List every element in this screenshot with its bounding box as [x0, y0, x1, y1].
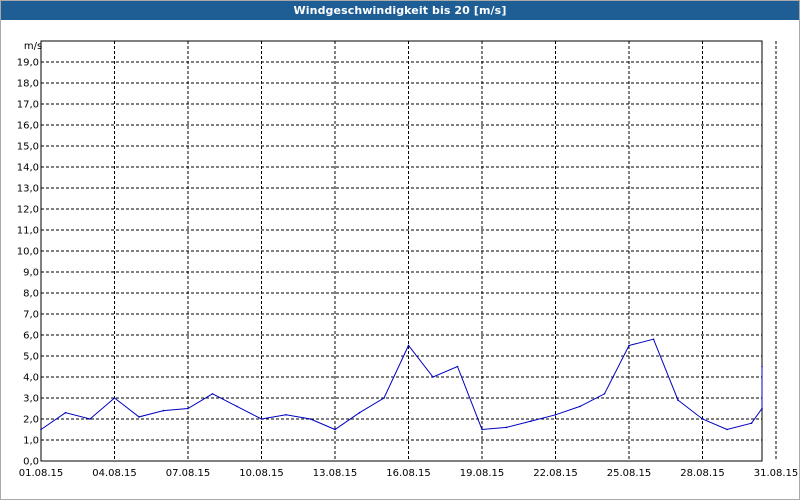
wind-speed-point — [701, 418, 704, 420]
wind-speed-point — [89, 418, 91, 420]
wind-speed-series-line — [40, 338, 763, 431]
wind-speed-point — [211, 393, 214, 395]
wind-speed-point — [407, 344, 410, 347]
x-tick-label: 22.08.15 — [533, 468, 578, 479]
wind-speed-point — [187, 407, 189, 410]
x-tick-label: 01.08.15 — [19, 468, 64, 479]
wind-speed-point — [113, 397, 116, 399]
y-axis-unit: m/s — [24, 41, 42, 52]
y-tick-label: 19,0 — [17, 58, 39, 69]
wind-speed-point — [505, 426, 508, 429]
wind-speed-point — [383, 397, 385, 399]
wind-speed-point — [554, 414, 557, 416]
x-tick-label: 25.08.15 — [607, 468, 652, 479]
y-tick-label: 6,0 — [23, 331, 39, 342]
y-tick-label: 0,0 — [23, 457, 39, 468]
wind-speed-point — [236, 405, 238, 408]
wind-speed-point — [358, 411, 361, 414]
y-tick-label: 14,0 — [17, 163, 39, 174]
y-tick-label: 2,0 — [23, 415, 39, 426]
wind-speed-point — [40, 428, 42, 431]
y-tick-label: 3,0 — [23, 394, 39, 405]
y-tick-label: 13,0 — [17, 184, 39, 195]
y-tick-label: 7,0 — [23, 310, 39, 321]
y-tick-label: 4,0 — [23, 373, 39, 384]
wind-speed-point — [652, 338, 655, 341]
x-tick-label: 28.08.15 — [680, 468, 725, 479]
y-tick-label: 5,0 — [23, 352, 39, 363]
wind-speed-point — [761, 365, 763, 368]
wind-speed-chart: m/s 0,0 1,0 2,0 3,0 4,0 5,0 6,0 7,0 8,0 9,0 10,0 11… — [17, 40, 799, 479]
x-tick-label: 16.08.15 — [386, 468, 431, 479]
wind-speed-point — [260, 418, 263, 420]
wind-speed-point — [64, 411, 67, 414]
wind-speed-point — [285, 414, 287, 416]
x-tick-label: 10.08.15 — [239, 468, 284, 479]
wind-speed-point — [456, 365, 459, 368]
y-tick-label: 1,0 — [23, 436, 39, 447]
y-tick-label: 18,0 — [17, 79, 39, 90]
wind-speed-point — [530, 420, 532, 422]
wind-speed-point — [761, 407, 763, 410]
wind-speed-point — [579, 405, 581, 408]
wind-speed-point — [677, 399, 679, 401]
wind-speed-point — [138, 416, 140, 418]
y-tick-label: 12,0 — [17, 205, 39, 216]
wind-speed-point — [162, 409, 165, 412]
wind-speed-point — [603, 393, 606, 395]
x-tick-label: 19.08.15 — [460, 468, 505, 479]
x-tick-label: 04.08.15 — [92, 468, 137, 479]
y-tick-label: 10,0 — [17, 247, 39, 258]
wind-speed-point — [432, 376, 434, 378]
wind-speed-point — [750, 422, 753, 425]
wind-speed-point — [628, 344, 630, 347]
y-tick-label: 9,0 — [23, 268, 39, 279]
wind-speed-point — [309, 418, 312, 420]
chart-window: Windgeschwindigkeit bis 20 [m/s] m/s 0,0… — [0, 0, 800, 500]
y-tick-label: 8,0 — [23, 289, 39, 300]
y-tick-label: 11,0 — [17, 226, 39, 237]
y-tick-label: 16,0 — [17, 121, 39, 132]
wind-speed-point — [334, 428, 336, 431]
x-tick-label: 31.08.15 — [754, 468, 799, 479]
x-tick-label: 07.08.15 — [166, 468, 211, 479]
y-tick-label: 15,0 — [17, 142, 39, 153]
x-tick-label: 13.08.15 — [313, 468, 358, 479]
wind-speed-point — [726, 428, 728, 431]
y-tick-label: 17,0 — [17, 100, 39, 111]
wind-speed-point — [481, 428, 483, 431]
